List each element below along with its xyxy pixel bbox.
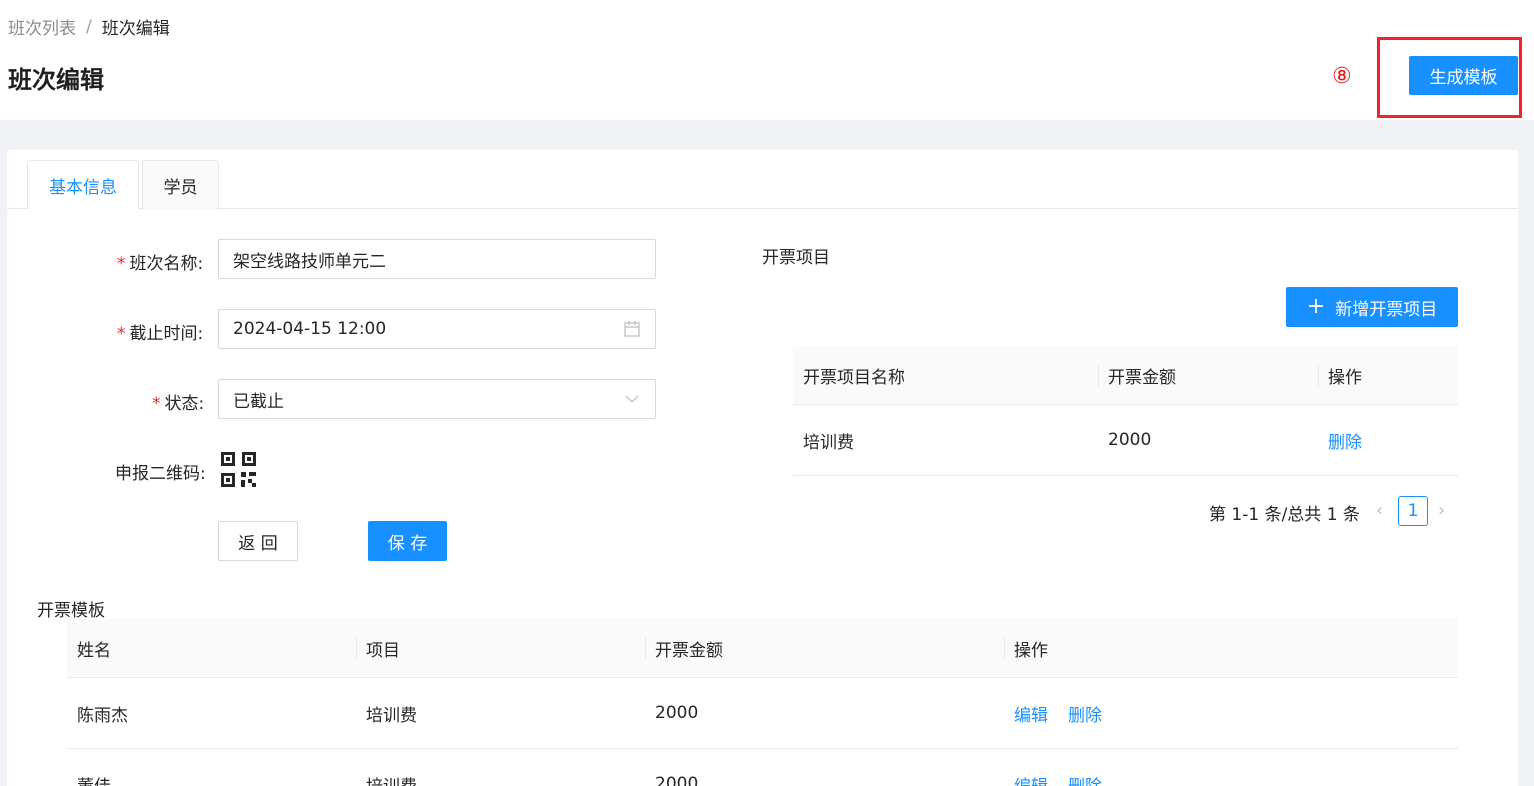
item-amount-cell: 2000 xyxy=(1108,430,1152,450)
status-label: * 状态: xyxy=(152,394,205,414)
page-header: 班次列表 / 班次编辑 班次编辑 ⑧ 生成模板 xyxy=(0,0,1534,120)
action-cell: 编辑 删除 xyxy=(1014,678,1122,748)
table-header: 开票项目名称 开票金额 操作 xyxy=(793,347,1458,405)
page-title: 班次编辑 xyxy=(8,66,104,94)
amount-cell: 2000 xyxy=(655,703,699,723)
status-select[interactable]: 已截止 xyxy=(218,379,656,419)
generate-template-button[interactable]: 生成模板 xyxy=(1409,56,1518,95)
action-cell: 编辑 删除 xyxy=(1014,749,1122,786)
breadcrumb-parent-link[interactable]: 班次列表 xyxy=(8,14,76,39)
deadline-label: * 截止时间: xyxy=(117,324,204,344)
invoice-template-title: 开票模板 xyxy=(37,601,105,621)
chevron-down-icon xyxy=(625,395,639,403)
column-header: 操作 xyxy=(1318,347,1362,404)
page-number-current[interactable]: 1 xyxy=(1398,496,1428,526)
invoice-items-table: 开票项目名称 开票金额 操作 培训费 2000 删除 xyxy=(793,347,1458,477)
qrcode-label: 申报二维码: xyxy=(115,464,206,484)
column-header: 姓名 xyxy=(77,640,111,661)
column-header: 项目 xyxy=(356,619,400,677)
required-asterisk: * xyxy=(152,394,161,414)
column-header: 开票金额 xyxy=(1098,347,1176,404)
table-row: 董佳 培训费 2000 编辑 删除 xyxy=(67,749,1458,786)
class-name-label: * 班次名称: xyxy=(117,254,204,274)
breadcrumb: 班次列表 / 班次编辑 xyxy=(8,14,170,40)
prev-page-icon[interactable]: ‹ xyxy=(1376,500,1383,521)
column-header: 操作 xyxy=(1004,619,1048,677)
class-name-input[interactable]: 架空线路技师单元二 xyxy=(218,239,656,279)
save-button[interactable]: 保 存 xyxy=(368,521,447,561)
amount-cell: 2000 xyxy=(655,774,699,786)
action-cell: 删除 xyxy=(1328,405,1382,475)
step-marker: ⑧ xyxy=(1332,64,1352,89)
delete-link[interactable]: 删除 xyxy=(1328,428,1362,453)
delete-link[interactable]: 删除 xyxy=(1068,701,1102,726)
delete-link[interactable]: 删除 xyxy=(1068,772,1102,786)
invoice-template-table: 姓名 项目 开票金额 操作 陈雨杰 培训费 2000 编辑 删除 董佳 培训费 … xyxy=(67,619,1458,786)
table-row: 陈雨杰 培训费 2000 编辑 删除 xyxy=(67,678,1458,749)
breadcrumb-current: 班次编辑 xyxy=(101,19,170,39)
item-cell: 培训费 xyxy=(366,749,417,786)
breadcrumb-separator: / xyxy=(86,16,92,37)
deadline-input[interactable]: 2024-04-15 12:00 xyxy=(218,309,656,349)
plus-icon: + xyxy=(1306,294,1326,319)
invoice-items-title: 开票项目 xyxy=(762,248,830,268)
column-header: 开票金额 xyxy=(645,619,723,677)
edit-link[interactable]: 编辑 xyxy=(1014,701,1048,726)
item-cell: 培训费 xyxy=(366,705,417,726)
required-asterisk: * xyxy=(117,324,126,344)
student-name-cell: 董佳 xyxy=(77,749,111,786)
pagination-total: 第 1-1 条/总共 1 条 xyxy=(1209,505,1360,525)
required-asterisk: * xyxy=(117,254,126,274)
item-name-cell: 培训费 xyxy=(803,432,854,453)
content-card: 基本信息 学员 * 班次名称: 架空线路技师单元二 * 截止时间: 2024-04-… xyxy=(7,150,1518,786)
tab-basic-info[interactable]: 基本信息 xyxy=(27,160,139,210)
tab-students[interactable]: 学员 xyxy=(142,160,219,210)
next-page-icon[interactable]: › xyxy=(1438,500,1445,521)
table-header: 姓名 项目 开票金额 操作 xyxy=(67,619,1458,678)
student-name-cell: 陈雨杰 xyxy=(77,705,128,726)
calendar-icon xyxy=(624,321,640,337)
add-invoice-item-button[interactable]: + 新增开票项目 xyxy=(1286,287,1458,327)
edit-link[interactable]: 编辑 xyxy=(1014,772,1048,786)
table-row: 培训费 2000 删除 xyxy=(793,405,1458,476)
back-button[interactable]: 返 回 xyxy=(218,521,298,561)
qrcode-icon[interactable] xyxy=(221,452,256,487)
column-header: 开票项目名称 xyxy=(803,368,905,388)
tab-bar: 基本信息 学员 xyxy=(7,150,1518,210)
